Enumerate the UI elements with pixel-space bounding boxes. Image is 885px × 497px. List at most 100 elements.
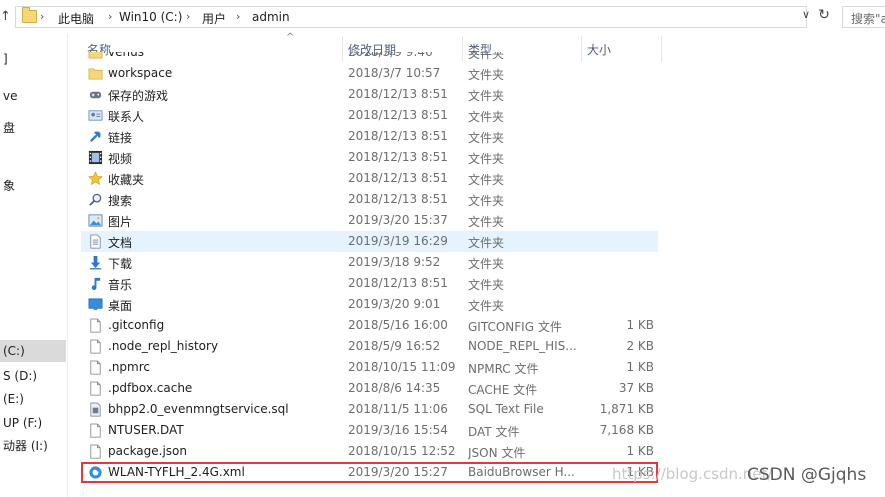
nav-item[interactable]: UP (F:): [0, 412, 66, 434]
address-dropdown-button[interactable]: ∨: [799, 8, 813, 28]
file-name: 搜索: [108, 194, 133, 208]
nav-item-label: 盘: [3, 121, 16, 135]
nav-item-label: UP (F:): [3, 416, 43, 430]
breadcrumb-users[interactable]: 用户: [202, 10, 226, 27]
file-row[interactable]: 文档 2019/3/19 16:29 文件夹: [81, 231, 658, 252]
file-row[interactable]: 链接 2018/12/13 8:51 文件夹: [81, 126, 658, 147]
file-name: package.json: [108, 444, 188, 458]
nav-item[interactable]: [0, 150, 66, 172]
file-row[interactable]: 桌面 2019/3/20 9:01 文件夹: [81, 294, 658, 315]
file-row[interactable]: .npmrc 2018/10/15 11:09 NPMRC 文件 1 KB: [81, 357, 658, 378]
file-row[interactable]: 联系人 2018/12/13 8:51 文件夹: [81, 105, 658, 126]
file-name: 收藏夹: [108, 173, 145, 187]
file-icon: [88, 318, 103, 333]
search-input[interactable]: 搜索"a: [842, 6, 885, 28]
file-row[interactable]: NTUSER.DAT 2019/3/16 15:54 DAT 文件 7,168 KB: [81, 420, 658, 441]
breadcrumb-separator[interactable]: ›: [186, 10, 190, 23]
file-size: 1 KB: [626, 444, 654, 458]
file-date: 2019/3/18 9:52: [348, 255, 441, 269]
file-row[interactable]: .node_repl_history 2018/5/9 16:52 NODE_REP…: [81, 336, 658, 357]
file-row[interactable]: package.json 2018/10/15 12:52 JSON 文件 1 KB: [81, 441, 658, 462]
file-type: NODE_REPL_HIS...: [468, 339, 576, 353]
folder-icon: [88, 66, 103, 81]
address-bar[interactable]: › 此电脑 › Win10 (C:) › 用户 › admin: [15, 6, 807, 28]
folder-icon: [22, 7, 37, 23]
file-row[interactable]: .pdfbox.cache 2018/8/6 14:35 CACHE 文件 37 KB: [81, 378, 658, 399]
up-arrow-icon[interactable]: ↑: [0, 9, 11, 24]
file-size: 1 KB: [626, 318, 654, 332]
sort-caret-icon: ^: [286, 32, 295, 43]
nav-item[interactable]: S (D:): [0, 365, 66, 387]
music-icon: [88, 276, 103, 291]
file-type: 文件夹: [468, 52, 505, 61]
file-size: 1 KB: [626, 360, 654, 374]
folder-icon: [88, 52, 103, 60]
file-type: 文件夹: [468, 194, 505, 208]
nav-item[interactable]: (E:): [0, 388, 66, 410]
nav-item[interactable]: 象: [0, 175, 66, 197]
file-icon: [88, 381, 103, 396]
file-type: 文件夹: [468, 152, 505, 166]
pane-divider[interactable]: [67, 34, 68, 497]
navigation-pane[interactable]: ] ve 盘象 (C:) S (D:) (E:) UP (F:) 动器 (I:): [0, 34, 68, 497]
file-date: 2018/11/5 11:06: [348, 402, 448, 416]
breadcrumb-separator[interactable]: ›: [40, 10, 44, 23]
csdn-watermark: CSDN @Gjqhs: [747, 465, 867, 485]
nav-item[interactable]: (C:): [0, 340, 66, 362]
file-type: 文件夹: [468, 257, 505, 271]
pictures-icon: [88, 213, 103, 228]
file-name: 文档: [108, 236, 133, 250]
file-type: 文件夹: [468, 131, 505, 145]
nav-item[interactable]: 盘: [0, 117, 66, 139]
file-name: WLAN-TYFLH_2.4G.xml: [108, 465, 245, 479]
file-name: .node_repl_history: [108, 339, 219, 353]
file-row[interactable]: 音乐 2018/12/13 8:51 文件夹: [81, 273, 658, 294]
sql-file-icon: [88, 402, 103, 417]
file-row[interactable]: bhpp2.0_evenmngtservice.sql 2018/11/5 11:…: [81, 399, 658, 420]
breadcrumb-c-drive[interactable]: Win10 (C:): [119, 10, 182, 24]
file-list: venus 2018/3/9 9:46 文件夹 workspace 2018/3/7 1…: [81, 52, 663, 497]
file-row[interactable]: venus 2018/3/9 9:46 文件夹: [81, 52, 658, 63]
nav-item[interactable]: ve: [0, 85, 66, 107]
file-row[interactable]: WLAN-TYFLH_2.4G.xml 2019/3/20 15:27 BaiduB…: [81, 462, 658, 483]
file-row[interactable]: 保存的游戏 2018/12/13 8:51 文件夹: [81, 84, 658, 105]
file-type: 文件夹: [468, 236, 505, 250]
file-name: .pdfbox.cache: [108, 381, 193, 395]
file-row[interactable]: 图片 2019/3/20 15:37 文件夹: [81, 210, 658, 231]
file-type: 文件夹: [468, 215, 505, 229]
file-date: 2018/12/13 8:51: [348, 276, 448, 290]
breadcrumb-admin[interactable]: admin: [252, 10, 290, 24]
documents-icon: [88, 234, 103, 249]
file-row[interactable]: 搜索 2018/12/13 8:51 文件夹: [81, 189, 658, 210]
file-date: 2018/10/15 12:52: [348, 444, 456, 458]
nav-item[interactable]: 动器 (I:): [0, 435, 66, 457]
file-size: 7,168 KB: [599, 423, 654, 437]
file-name: 下载: [108, 257, 133, 271]
contacts-icon: [88, 108, 103, 123]
file-row[interactable]: .gitconfig 2018/5/16 16:00 GITCONFIG 文件 1 K…: [81, 315, 658, 336]
file-date: 2018/3/7 10:57: [348, 66, 441, 80]
file-row[interactable]: 收藏夹 2018/12/13 8:51 文件夹: [81, 168, 658, 189]
file-name: 联系人: [108, 110, 145, 124]
file-icon: [88, 360, 103, 375]
nav-item[interactable]: ]: [0, 48, 66, 70]
file-type: CACHE 文件: [468, 383, 538, 397]
breadcrumb-separator[interactable]: ›: [108, 10, 112, 23]
file-type: DAT 文件: [468, 425, 520, 439]
file-row[interactable]: workspace 2018/3/7 10:57 文件夹: [81, 63, 658, 84]
file-date: 2018/3/9 9:46: [348, 52, 433, 59]
breadcrumb-this-pc[interactable]: 此电脑: [58, 10, 94, 27]
breadcrumb-separator[interactable]: ›: [236, 10, 240, 23]
file-date: 2018/12/13 8:51: [348, 171, 448, 185]
file-name: .npmrc: [108, 360, 150, 374]
file-type: GITCONFIG 文件: [468, 320, 562, 334]
favorites-icon: [88, 171, 103, 186]
file-row[interactable]: 下载 2019/3/18 9:52 文件夹: [81, 252, 658, 273]
file-name: 图片: [108, 215, 133, 229]
file-date: 2018/12/13 8:51: [348, 129, 448, 143]
file-date: 2018/12/13 8:51: [348, 192, 448, 206]
file-row[interactable]: 视频 2018/12/13 8:51 文件夹: [81, 147, 658, 168]
file-date: 2019/3/20 9:01: [348, 297, 441, 311]
file-date: 2018/10/15 11:09: [348, 360, 456, 374]
refresh-button[interactable]: ↻: [814, 7, 834, 27]
